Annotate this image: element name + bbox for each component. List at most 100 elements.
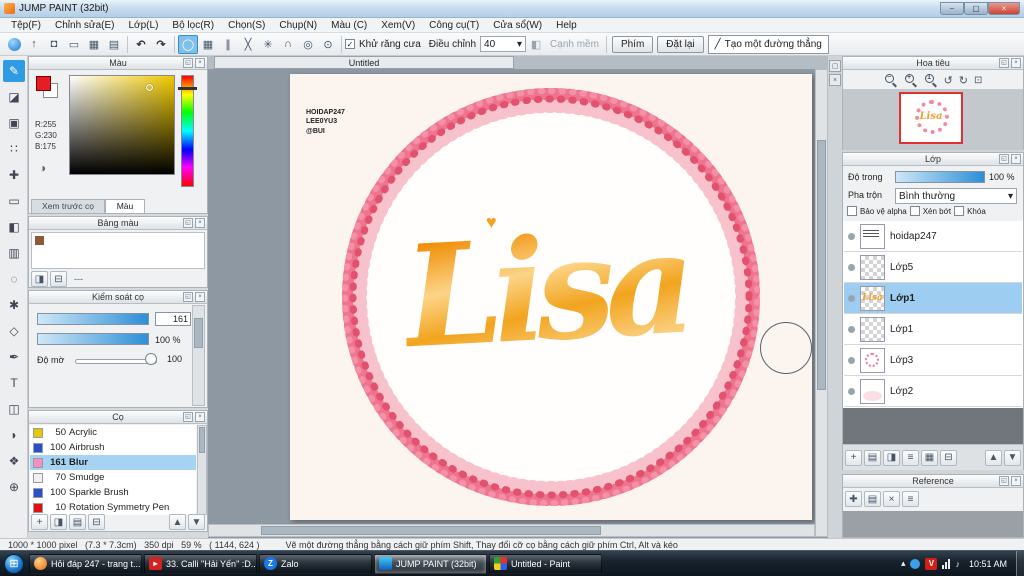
navigator-thumbnail[interactable]: Lisa (899, 92, 963, 144)
layer-row[interactable]: Lớp5 (844, 252, 1022, 283)
panel-close-icon[interactable]: × (195, 292, 205, 302)
unikey-icon[interactable]: V (925, 557, 938, 570)
volume-icon[interactable]: ♪ (955, 559, 960, 569)
menu-view[interactable]: Xem(V) (374, 20, 422, 31)
brush-size-slider[interactable] (37, 313, 149, 325)
dock-close-icon[interactable]: × (829, 74, 841, 86)
divide-tool[interactable]: ◫ (3, 398, 25, 420)
panel-close-icon[interactable]: × (1011, 476, 1021, 486)
panel-float-icon[interactable]: ◱ (183, 58, 193, 68)
blur-slider-thumb[interactable] (145, 353, 157, 365)
menu-layer[interactable]: Lớp(L) (122, 20, 166, 31)
tray-expand-icon[interactable]: ▴ (901, 558, 906, 569)
duplicate-brush-icon[interactable]: ◨ (50, 514, 67, 530)
hand-tool[interactable]: ❖ (3, 450, 25, 472)
zoom-out-icon[interactable]: − (884, 73, 898, 88)
transparent-color-icon[interactable]: ◑ (39, 161, 46, 175)
delete-brush-icon[interactable]: ⊟ (88, 514, 105, 530)
taskbar-button-paint[interactable]: Untitled - Paint (489, 553, 602, 574)
layer-row-selected[interactable]: Lisa Lớp1 (844, 283, 1022, 314)
menu-tools[interactable]: Công cụ(T) (422, 20, 486, 31)
move-tool[interactable]: ✚ (3, 164, 25, 186)
panel-close-icon[interactable]: × (1011, 154, 1021, 164)
document-tab[interactable]: Untitled (214, 56, 514, 69)
taskbar-button-zalo[interactable]: Z Zalo (259, 553, 372, 574)
network-icon[interactable] (942, 558, 951, 569)
brush-item[interactable]: 100 Airbrush (30, 440, 196, 455)
saturation-value-picker[interactable] (69, 75, 175, 175)
taskbar-button-browser[interactable]: Hỏi đáp 247 - trang t... (29, 553, 142, 574)
layer-visible-icon[interactable] (848, 263, 855, 271)
panel-float-icon[interactable]: ◱ (183, 412, 193, 422)
panel-float-icon[interactable]: ◱ (183, 218, 193, 228)
canvas-hscrollbar[interactable] (208, 524, 815, 537)
snap-radial-icon[interactable]: ✳ (258, 35, 278, 54)
pen-tool[interactable]: ✒ (3, 346, 25, 368)
material-icon[interactable]: ▦ (84, 35, 104, 54)
panel-float-icon[interactable]: ◱ (183, 292, 193, 302)
menu-edit[interactable]: Chỉnh sửa(E) (48, 20, 122, 31)
layer-row[interactable]: Lớp3 (844, 345, 1022, 376)
taskbar-button-video[interactable]: ▸ 33. Calli "Hải Yến" :D... (144, 553, 257, 574)
layer-folder-icon[interactable]: ▤ (864, 449, 881, 466)
brush-item-selected[interactable]: 161 Blur (30, 455, 196, 470)
hue-bar[interactable] (181, 75, 194, 187)
redo-icon[interactable]: ↷ (151, 35, 171, 54)
snap-concentric-icon[interactable]: ◎ (298, 35, 318, 54)
panel-close-icon[interactable]: × (195, 58, 205, 68)
layout-icon[interactable]: ▤ (104, 35, 124, 54)
move-layer-down-icon[interactable]: ▼ (1004, 449, 1021, 466)
maximize-button[interactable]: ▢ (964, 2, 988, 15)
snap-grid-icon[interactable]: ▦ (198, 35, 218, 54)
panel-close-icon[interactable]: × (195, 218, 205, 228)
brush-tool[interactable]: ✎ (3, 60, 25, 82)
taskbar-button-jumppaint[interactable]: JUMP PAINT (32bit) (374, 553, 487, 574)
brush-folder-icon[interactable]: ▤ (69, 514, 86, 530)
tab-color[interactable]: Màu (105, 199, 145, 213)
eraser-tool[interactable]: ◪ (3, 86, 25, 108)
snap-curve-icon[interactable]: ∩ (278, 35, 298, 54)
zoom-in-icon[interactable]: + (904, 73, 918, 88)
dot-pen-tool[interactable]: ∷ (3, 138, 25, 160)
layer-row[interactable]: hoidap247 (844, 221, 1022, 252)
reference-pick-icon[interactable]: ✚ (845, 491, 862, 507)
layer-visible-icon[interactable] (848, 387, 855, 395)
panel-float-icon[interactable]: ◱ (999, 476, 1009, 486)
menu-help[interactable]: Help (549, 20, 584, 31)
canvas[interactable]: HOIDAP247 LEE0YU3 @BUI Lisa ♥ (290, 74, 812, 520)
brush-down-icon[interactable]: ▼ (188, 514, 205, 530)
layer-opacity-slider[interactable] (895, 171, 985, 183)
layer-visible-icon[interactable] (848, 294, 855, 302)
key-button[interactable]: Phím (611, 35, 654, 53)
scrollbar-thumb[interactable] (194, 318, 203, 348)
palette-grid[interactable] (31, 232, 205, 269)
lock-checkbox[interactable] (954, 206, 965, 216)
foreground-color-swatch[interactable] (36, 76, 51, 91)
brush-opacity-slider[interactable] (37, 333, 149, 345)
protect-alpha-checkbox[interactable] (847, 206, 857, 216)
brush-list-scrollbar[interactable] (197, 425, 207, 515)
brush-item[interactable]: 70 Smudge (30, 470, 196, 485)
panel-float-icon[interactable]: ◱ (999, 154, 1009, 164)
adjust-select[interactable]: 40 ▾ (480, 36, 527, 52)
layer-row[interactable]: Lớp2 (844, 376, 1022, 407)
menu-file[interactable]: Tệp(F) (4, 20, 48, 31)
brush-item[interactable]: 10 Rotation Symmetry Pen (30, 500, 196, 515)
snap-cross-icon[interactable]: ╳ (238, 35, 258, 54)
brush-item[interactable]: 50 Acrylic (30, 425, 196, 440)
select-tool[interactable]: ▭ (3, 190, 25, 212)
canvas-vscrollbar[interactable] (815, 69, 828, 537)
zoom-reset-icon[interactable]: 1 (924, 73, 938, 88)
scrollbar-thumb[interactable] (817, 140, 826, 390)
clipping-checkbox[interactable] (909, 206, 920, 216)
delete-layer-icon[interactable]: ⊟ (940, 449, 957, 466)
cloud-icon[interactable] (4, 35, 24, 54)
menu-capture[interactable]: Chụp(N) (272, 20, 324, 31)
hue-indicator[interactable] (178, 87, 197, 90)
reference-folder-icon[interactable]: ▤ (864, 491, 881, 507)
minimize-button[interactable]: – (940, 2, 964, 15)
panel-float-icon[interactable]: ◱ (999, 58, 1009, 68)
shape-tool[interactable]: ◇ (3, 320, 25, 342)
menu-select[interactable]: Chọn(S) (221, 20, 272, 31)
layer-grid-icon[interactable]: ▦ (921, 449, 938, 466)
